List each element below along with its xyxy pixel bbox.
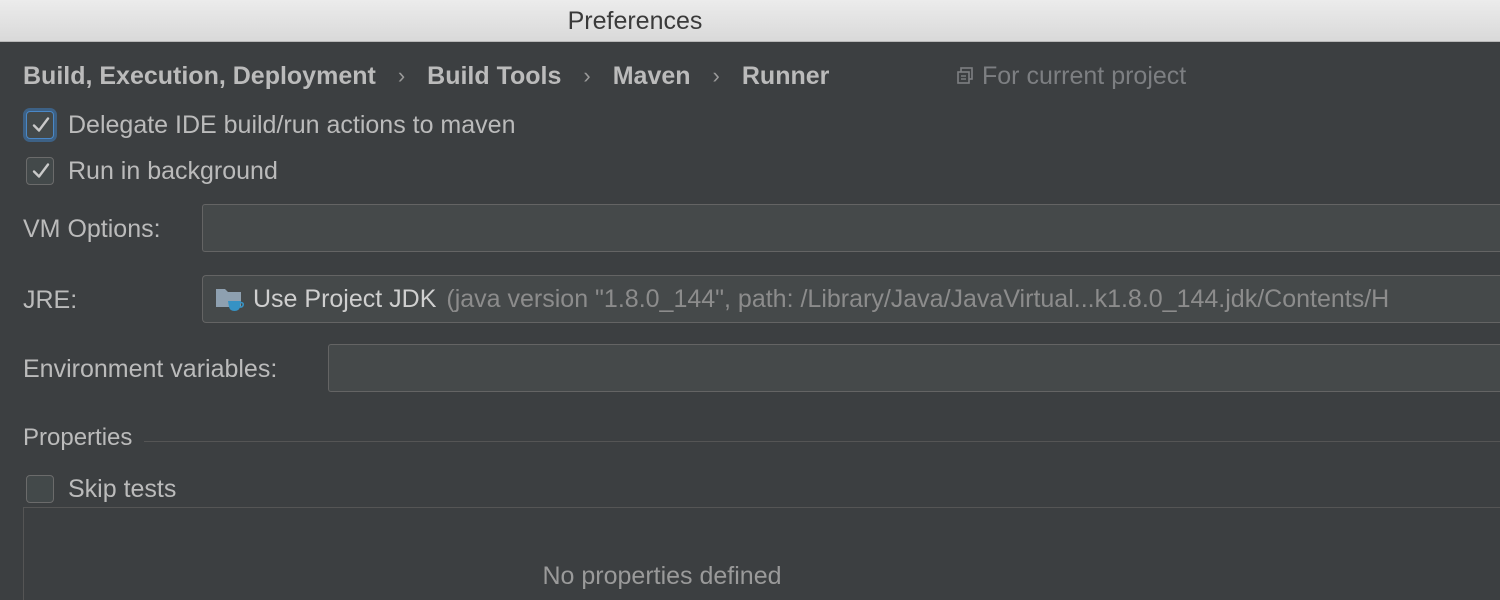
scope-label: For current project (982, 61, 1187, 90)
breadcrumb-build-execution-deployment[interactable]: Build, Execution, Deployment (23, 62, 376, 91)
project-scope-indicator: For current project (956, 59, 1186, 93)
breadcrumb-runner: Runner (741, 61, 830, 90)
skip-tests-label: Skip tests (68, 474, 177, 503)
vm-options-label: VM Options: (23, 215, 161, 243)
properties-empty-text: No properties defined (542, 562, 782, 590)
properties-section-header: Properties (23, 423, 1500, 453)
run-in-background-checkbox[interactable] (26, 157, 54, 185)
breadcrumb-separator: › (397, 63, 406, 88)
jre-detail: (java version "1.8.0_144", path: /Librar… (446, 284, 1390, 313)
properties-table[interactable]: No properties defined (23, 507, 1500, 600)
properties-section-title: Properties (23, 424, 133, 451)
jre-select[interactable]: Use Project JDK (java version "1.8.0_144… (202, 275, 1500, 323)
skip-tests-checkbox-row[interactable]: Skip tests (26, 472, 176, 506)
environment-variables-input[interactable] (328, 344, 1500, 392)
window-titlebar: Preferences (0, 0, 1500, 42)
skip-tests-checkbox[interactable] (26, 475, 54, 503)
jdk-folder-icon (216, 289, 245, 311)
run-in-background-checkbox-row[interactable]: Run in background (26, 154, 278, 188)
window-title: Preferences (567, 7, 703, 35)
breadcrumb-separator: › (712, 63, 720, 88)
delegate-build-label: Delegate IDE build/run actions to maven (68, 110, 516, 139)
jre-label: JRE: (23, 286, 78, 314)
run-in-background-label: Run in background (68, 156, 278, 185)
breadcrumb-separator: › (583, 63, 591, 88)
copy-pages-icon (957, 67, 973, 84)
section-divider (144, 440, 1500, 442)
environment-variables-label: Environment variables: (23, 355, 278, 383)
checkmark-icon (32, 163, 50, 178)
vm-options-input[interactable] (202, 204, 1500, 252)
delegate-build-checkbox-row[interactable]: Delegate IDE build/run actions to maven (26, 108, 515, 142)
checkmark-icon (32, 117, 50, 132)
delegate-build-checkbox[interactable] (26, 111, 54, 139)
jre-value: Use Project JDK (253, 284, 437, 313)
breadcrumb: Build, Execution, Deployment › Build Too… (23, 59, 829, 93)
breadcrumb-maven[interactable]: Maven (613, 62, 691, 91)
breadcrumb-build-tools[interactable]: Build Tools (427, 62, 561, 91)
